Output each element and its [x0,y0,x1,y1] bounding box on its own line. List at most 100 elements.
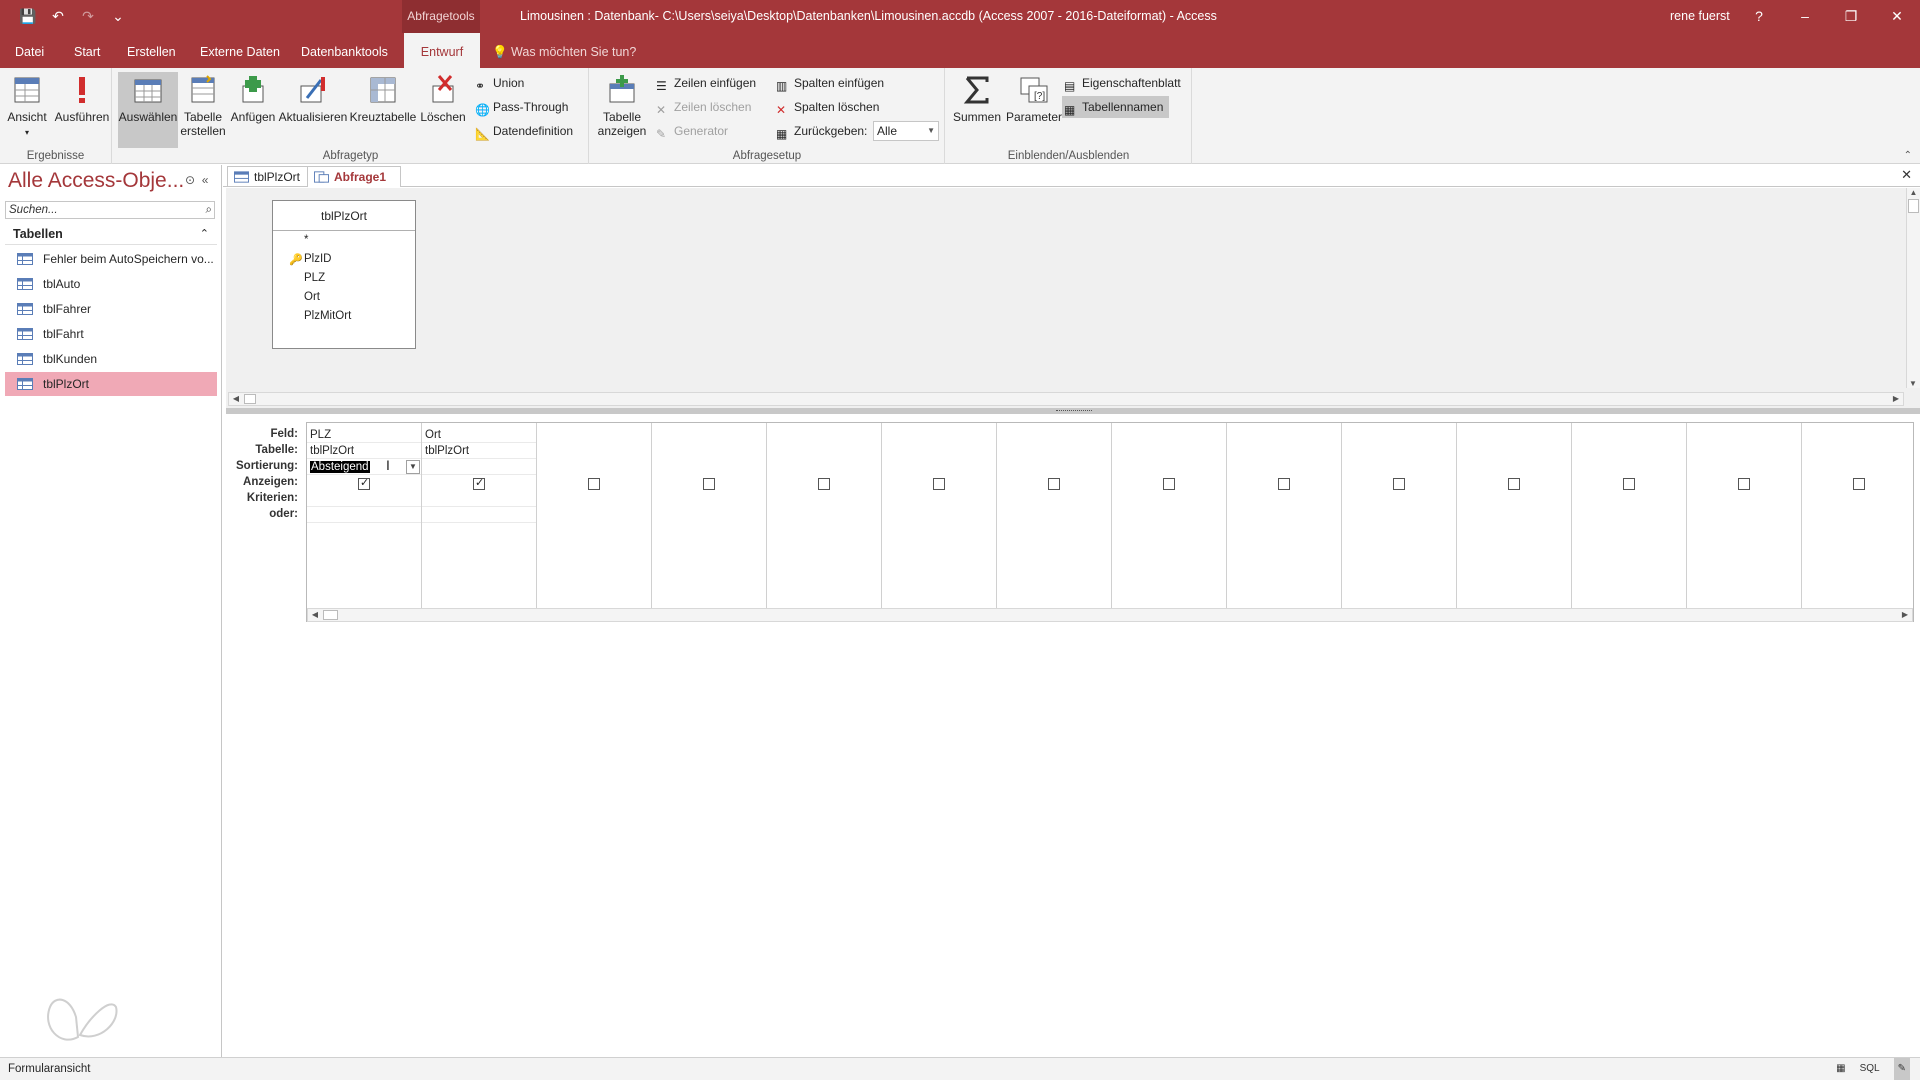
scroll-thumb[interactable] [1908,199,1919,213]
spalten-einfuegen-button[interactable]: ▥ Spalten einfügen [776,72,884,94]
datendefinition-button[interactable]: 📐 Datendefinition [475,120,573,142]
anzeigen-checkbox-2[interactable] [473,476,485,490]
sortierung-dropdown-button[interactable]: ▼ [406,460,420,474]
grid-column-11[interactable] [1457,423,1572,615]
grid-column-1[interactable]: PLZ tblPlzOrt Absteigend ▼ I [307,423,422,615]
grid-cell-tabelle[interactable]: tblPlzOrt [422,443,536,459]
tabellennamen-button[interactable]: ▦ Tabellennamen [1062,96,1170,118]
help-button[interactable]: ? [1736,0,1782,33]
grid-horizontal-scrollbar[interactable]: ◀ ▶ [307,608,1913,622]
tab-datei[interactable]: Datei [5,33,54,68]
nav-item-tblauto[interactable]: tblAuto [5,272,217,296]
grid-cell-oder[interactable] [422,507,536,523]
grid-column-2[interactable]: Ort tblPlzOrt [422,423,537,615]
field-plz[interactable]: PLZ [304,272,325,284]
spalten-loeschen-button[interactable]: ✕ Spalten löschen [776,96,879,118]
grid-column-10[interactable] [1342,423,1457,615]
union-button[interactable]: ⚭ Union [475,72,524,94]
search-icon[interactable]: ⌕ [206,202,212,218]
tab-entwurf[interactable]: Entwurf [404,33,480,68]
design-view-icon[interactable]: ✎ [1893,1058,1910,1080]
tabelle-erstellen-button[interactable]: Tabelle erstellen [178,72,228,148]
scroll-right-icon[interactable]: ▶ [1889,393,1903,405]
scroll-left-icon[interactable]: ◀ [229,393,243,405]
nav-menu-icon[interactable]: ⊙ [185,173,195,187]
anzeigen-checkbox[interactable] [1393,478,1405,490]
tabelle-anzeigen-button[interactable]: Tabelle anzeigen [594,72,650,148]
anzeigen-checkbox[interactable] [1623,478,1635,490]
anzeigen-checkbox[interactable] [818,478,830,490]
anzeigen-checkbox[interactable] [588,478,600,490]
scroll-down-icon[interactable]: ▼ [1907,379,1919,388]
grid-column-14[interactable] [1802,423,1913,615]
field-list-title[interactable]: tblPlzOrt [273,201,415,231]
eigenschaftenblatt-button[interactable]: ▤ Eigenschaftenblatt [1064,72,1181,94]
grid-cell-kriterien[interactable] [307,491,421,507]
grid-cell-feld[interactable]: PLZ [307,427,421,443]
nav-collapse-icon[interactable]: « [202,173,209,187]
nav-item-tblkunden[interactable]: tblKunden [5,347,217,371]
redo-icon[interactable]: ↷ [78,6,98,26]
anzeigen-checkbox[interactable] [703,478,715,490]
grid-cell-oder[interactable] [307,507,421,523]
nav-item-tblplzort[interactable]: tblPlzOrt [5,372,217,396]
grid-cell-sortierung[interactable]: Absteigend [307,459,421,475]
grid-cell-sortierung[interactable] [422,459,536,475]
tab-externe-daten[interactable]: Externe Daten [190,33,290,68]
auswaehlen-button[interactable]: Auswählen [118,72,178,148]
nav-title[interactable]: Alle Access-Obje... [8,169,184,193]
nav-item-fehler-autospeichern[interactable]: Fehler beim AutoSpeichern vo... [5,247,217,271]
nav-item-tblfahrer[interactable]: tblFahrer [5,297,217,321]
field-plzmitort[interactable]: PlzMitOrt [304,310,351,322]
grid-column-13[interactable] [1687,423,1802,615]
anzeigen-checkbox[interactable] [1508,478,1520,490]
ausfuehren-button[interactable]: Ausführen [52,72,112,148]
zeilen-einfuegen-button[interactable]: ☰ Zeilen einfügen [656,72,756,94]
save-icon[interactable]: 💾 [18,6,38,26]
field-all[interactable]: * [304,234,308,246]
anzeigen-checkbox-1[interactable] [358,476,370,490]
undo-icon[interactable]: ↶ [48,6,68,26]
field-plzid[interactable]: PlzID [304,253,331,265]
grid-cell-feld[interactable]: Ort [422,427,536,443]
zeilen-loeschen-button[interactable]: ✕ Zeilen löschen [656,96,751,118]
anzeigen-checkbox[interactable] [1853,478,1865,490]
grid-column-3[interactable] [537,423,652,615]
anzeigen-checkbox[interactable] [933,478,945,490]
nav-section-tabellen[interactable]: Tabellen ⌃ [5,223,217,245]
scroll-right-icon[interactable]: ▶ [1898,609,1912,621]
scroll-left-icon[interactable]: ◀ [308,609,322,621]
summen-button[interactable]: Summen [950,72,1004,148]
aktualisieren-button[interactable]: Aktualisieren [278,72,348,148]
anzeigen-checkbox[interactable] [1163,478,1175,490]
collapse-ribbon-icon[interactable]: ⌃ [1904,150,1912,161]
tab-erstellen[interactable]: Erstellen [117,33,186,68]
generator-button[interactable]: ✎ Generator [656,120,728,142]
grid-column-4[interactable] [652,423,767,615]
tab-datenbanktools[interactable]: Datenbanktools [291,33,398,68]
close-button[interactable]: ✕ [1874,0,1920,33]
minimize-button[interactable]: – [1782,0,1828,33]
upper-horizontal-scrollbar[interactable]: ◀ ▶ [228,392,1904,406]
anzeigen-checkbox[interactable] [1738,478,1750,490]
upper-vertical-scrollbar[interactable]: ▲ ▼ [1906,188,1920,388]
close-document-icon[interactable]: ✕ [1901,167,1912,183]
user-name[interactable]: rene fuerst [1670,0,1730,33]
grid-column-12[interactable] [1572,423,1687,615]
scroll-up-icon[interactable]: ▲ [1907,188,1920,197]
grid-column-8[interactable] [1112,423,1227,615]
doc-tab-tblplzort[interactable]: tblPlzOrt [227,166,310,187]
ansicht-button[interactable]: Ansicht ▾ [0,72,54,148]
tell-me-search[interactable]: 💡 Was möchten Sie tun? [492,33,636,68]
nav-search-input[interactable]: Suchen... ⌕ [5,201,215,219]
restore-button[interactable]: ❐ [1828,0,1874,33]
nav-item-tblfahrt[interactable]: tblFahrt [5,322,217,346]
datasheet-view-icon[interactable]: ▦ [1836,1058,1845,1080]
customize-qat-icon[interactable]: ⌄ [108,6,128,26]
grid-cell-tabelle[interactable]: tblPlzOrt [307,443,421,459]
sql-view-icon[interactable]: SQL [1860,1058,1880,1080]
field-list-tblplzort[interactable]: tblPlzOrt * 🔑 PlzID PLZ Ort PlzMitOrt [272,200,416,349]
tab-start[interactable]: Start [64,33,110,68]
anzeigen-checkbox[interactable] [1278,478,1290,490]
grid-column-5[interactable] [767,423,882,615]
